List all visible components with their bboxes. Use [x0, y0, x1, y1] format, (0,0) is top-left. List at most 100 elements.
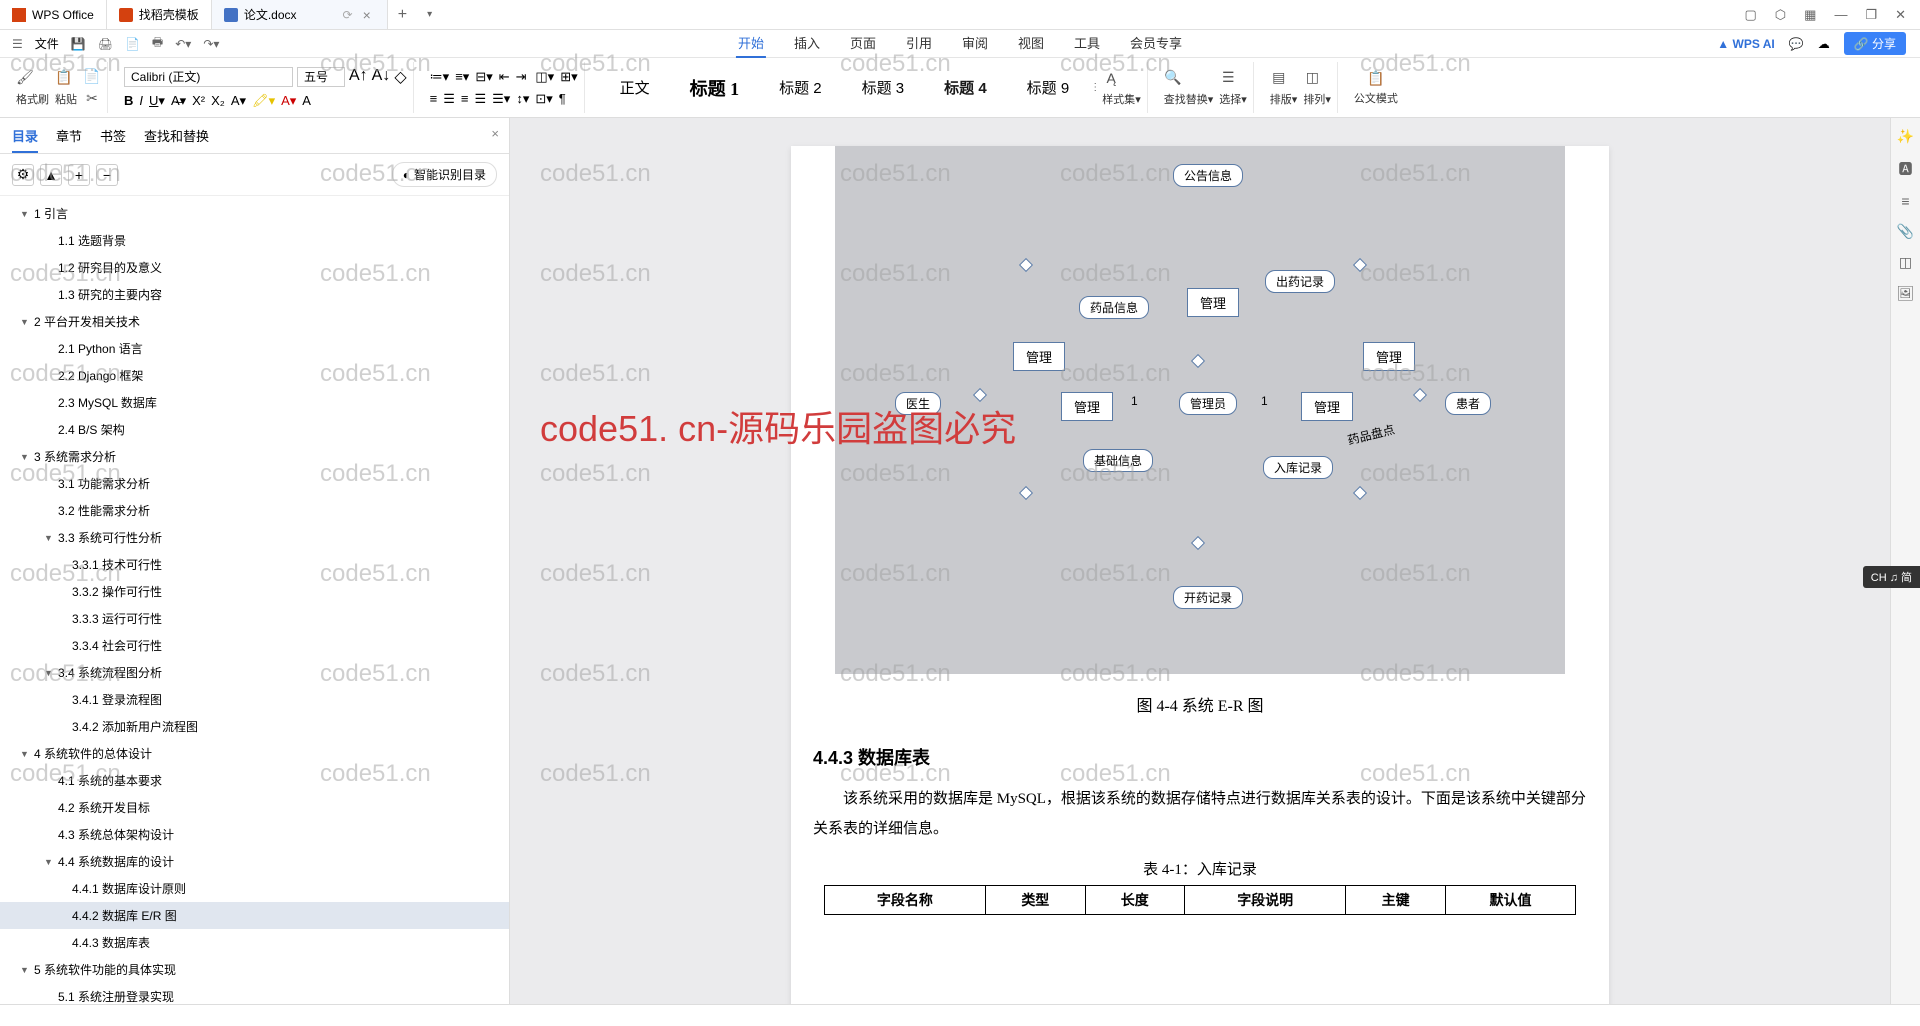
rt-img-icon[interactable]: 🖼	[1897, 285, 1915, 302]
search-bubble-icon[interactable]: 💬	[1789, 37, 1804, 51]
print-icon[interactable]: 🖨	[98, 37, 113, 51]
tab-refresh-icon[interactable]: ⟳	[343, 8, 353, 22]
underline-button[interactable]: U▾	[149, 93, 165, 109]
tree-toggle-icon[interactable]: ▼	[20, 965, 30, 975]
sidebar-tab-chapter[interactable]: 章节	[56, 126, 82, 153]
select-label[interactable]: 选择▾	[1219, 91, 1247, 107]
tree-item[interactable]: 3.3.1 技术可行性	[0, 551, 509, 578]
sidebar-tab-find[interactable]: 查找和替换	[144, 126, 209, 153]
paste-icon[interactable]: 📋	[55, 69, 73, 87]
arrange-label[interactable]: 排列▾	[1303, 91, 1331, 107]
tree-toggle-icon[interactable]: ▼	[44, 533, 54, 543]
sort-icon[interactable]: ⊡▾	[535, 91, 552, 107]
decrease-indent-icon[interactable]: ⇤	[499, 69, 510, 85]
tree-item[interactable]: 2.1 Python 语言	[0, 335, 509, 362]
tab-dropdown-icon[interactable]: ▾	[417, 9, 442, 20]
document-area[interactable]: 公告信息 出药记录 药品信息 管理 管理 管理 管理 管理 医生 管理员 患者 …	[510, 118, 1890, 1004]
print2-icon[interactable]: 🖶	[152, 33, 163, 54]
style-heading1[interactable]: 标题 1	[671, 68, 759, 108]
show-marks-icon[interactable]: ¶	[559, 91, 566, 107]
subscript-button[interactable]: X₂	[211, 93, 225, 109]
save-icon[interactable]: 💾	[71, 37, 86, 51]
style-heading2[interactable]: 标题 2	[760, 70, 841, 105]
outline-remove-icon[interactable]: −	[96, 164, 118, 186]
shading-icon[interactable]: ◫▾	[535, 69, 554, 85]
justify-icon[interactable]: ☰	[475, 91, 487, 107]
tree-item[interactable]: 2.3 MySQL 数据库	[0, 389, 509, 416]
tree-item[interactable]: 3.2 性能需求分析	[0, 497, 509, 524]
tree-item[interactable]: ▼3.4 系统流程图分析	[0, 659, 509, 686]
menu-tab-start[interactable]: 开始	[736, 29, 766, 58]
layout-icon[interactable]: ▤	[1270, 69, 1288, 87]
docmode-icon[interactable]: 📋	[1367, 70, 1385, 88]
tree-item[interactable]: 3.3.2 操作可行性	[0, 578, 509, 605]
menu-tab-review[interactable]: 审阅	[960, 29, 990, 58]
menu-tab-page[interactable]: 页面	[848, 29, 878, 58]
tree-toggle-icon[interactable]: ▼	[20, 749, 30, 759]
find-icon[interactable]: 🔍	[1164, 69, 1182, 87]
hamburger-icon[interactable]: ☰	[12, 37, 23, 51]
tree-item[interactable]: 1.3 研究的主要内容	[0, 281, 509, 308]
tree-item[interactable]: ▼4 系统软件的总体设计	[0, 740, 509, 767]
increase-font-icon[interactable]: A↑	[349, 67, 368, 87]
share-button[interactable]: 🔗 分享	[1844, 32, 1906, 55]
tab-template[interactable]: 找稻壳模板	[107, 0, 212, 29]
italic-button[interactable]: I	[139, 93, 143, 109]
preview-icon[interactable]: 📄	[125, 37, 140, 51]
rt-para-icon[interactable]: ≡	[1901, 193, 1909, 209]
tree-item[interactable]: ▼3.3 系统可行性分析	[0, 524, 509, 551]
window-box-icon[interactable]: ▢	[1744, 7, 1756, 23]
bold-button[interactable]: B	[124, 93, 133, 109]
font-select[interactable]	[124, 67, 293, 87]
styles-more-icon[interactable]: ⋮	[1090, 82, 1100, 93]
tree-item[interactable]: 3.4.2 添加新用户流程图	[0, 713, 509, 740]
tree-item[interactable]: 1.1 选题背景	[0, 227, 509, 254]
align-left-icon[interactable]: ≡	[430, 91, 438, 107]
undo-icon[interactable]: ↶▾	[175, 37, 191, 51]
rt-style-icon[interactable]: 🅰	[1899, 159, 1913, 179]
close-icon[interactable]: ✕	[1895, 7, 1906, 23]
style-normal[interactable]: 正文	[601, 70, 669, 105]
menu-tab-insert[interactable]: 插入	[792, 29, 822, 58]
tree-item[interactable]: ▼2 平台开发相关技术	[0, 308, 509, 335]
cloud-icon[interactable]: ☁	[1818, 37, 1830, 51]
font-color-button[interactable]: A▾	[281, 93, 296, 109]
select-icon[interactable]: ☰	[1219, 69, 1237, 87]
tree-item[interactable]: 4.1 系统的基本要求	[0, 767, 509, 794]
sidebar-tab-bookmark[interactable]: 书签	[100, 126, 126, 153]
menu-tab-reference[interactable]: 引用	[904, 29, 934, 58]
tree-item[interactable]: 3.3.4 社会可行性	[0, 632, 509, 659]
rt-clip-icon[interactable]: 📎	[1897, 223, 1914, 240]
tree-toggle-icon[interactable]: ▼	[44, 857, 54, 867]
file-menu[interactable]: 文件	[35, 35, 59, 52]
tree-item[interactable]: 4.4.3 数据库表	[0, 929, 509, 956]
tree-item[interactable]: ▼1 引言	[0, 200, 509, 227]
multilevel-list-icon[interactable]: ⊟▾	[475, 69, 492, 85]
sort-label[interactable]: 排版▾	[1270, 91, 1298, 107]
outline-add-icon[interactable]: +	[68, 164, 90, 186]
borders-icon[interactable]: ⊞▾	[560, 69, 577, 85]
format-brush-icon[interactable]: 🖌	[16, 69, 34, 87]
new-tab-button[interactable]: +	[388, 6, 417, 24]
increase-indent-icon[interactable]: ⇥	[516, 69, 527, 85]
tree-item[interactable]: ▼5 系统软件功能的具体实现	[0, 956, 509, 983]
sidebar-tab-toc[interactable]: 目录	[12, 126, 38, 153]
tab-close-icon[interactable]: ×	[359, 7, 375, 23]
styleset-icon[interactable]: Ą	[1102, 69, 1120, 87]
tree-item[interactable]: ▼3 系统需求分析	[0, 443, 509, 470]
tree-item[interactable]: 4.3 系统总体架构设计	[0, 821, 509, 848]
cut-icon[interactable]: ✂	[83, 90, 101, 108]
rt-shape-icon[interactable]: ◫	[1899, 254, 1912, 271]
font-size-select[interactable]	[297, 67, 345, 87]
styleset-label[interactable]: 样式集▾	[1102, 91, 1141, 107]
outline-options-icon[interactable]: ⚙	[12, 164, 34, 186]
font-case-button[interactable]: A▾	[231, 93, 246, 109]
docmode-label[interactable]: 公文模式	[1354, 90, 1398, 106]
tree-item[interactable]: 5.1 系统注册登录实现	[0, 983, 509, 1004]
tree-item[interactable]: 3.4.1 登录流程图	[0, 686, 509, 713]
tree-item[interactable]: 2.2 Django 框架	[0, 362, 509, 389]
style-heading3[interactable]: 标题 3	[843, 70, 924, 105]
highlight-button[interactable]: 🖍▾	[252, 93, 275, 109]
tree-toggle-icon[interactable]: ▼	[20, 317, 30, 327]
rt-gear-icon[interactable]: ✨	[1897, 128, 1914, 145]
